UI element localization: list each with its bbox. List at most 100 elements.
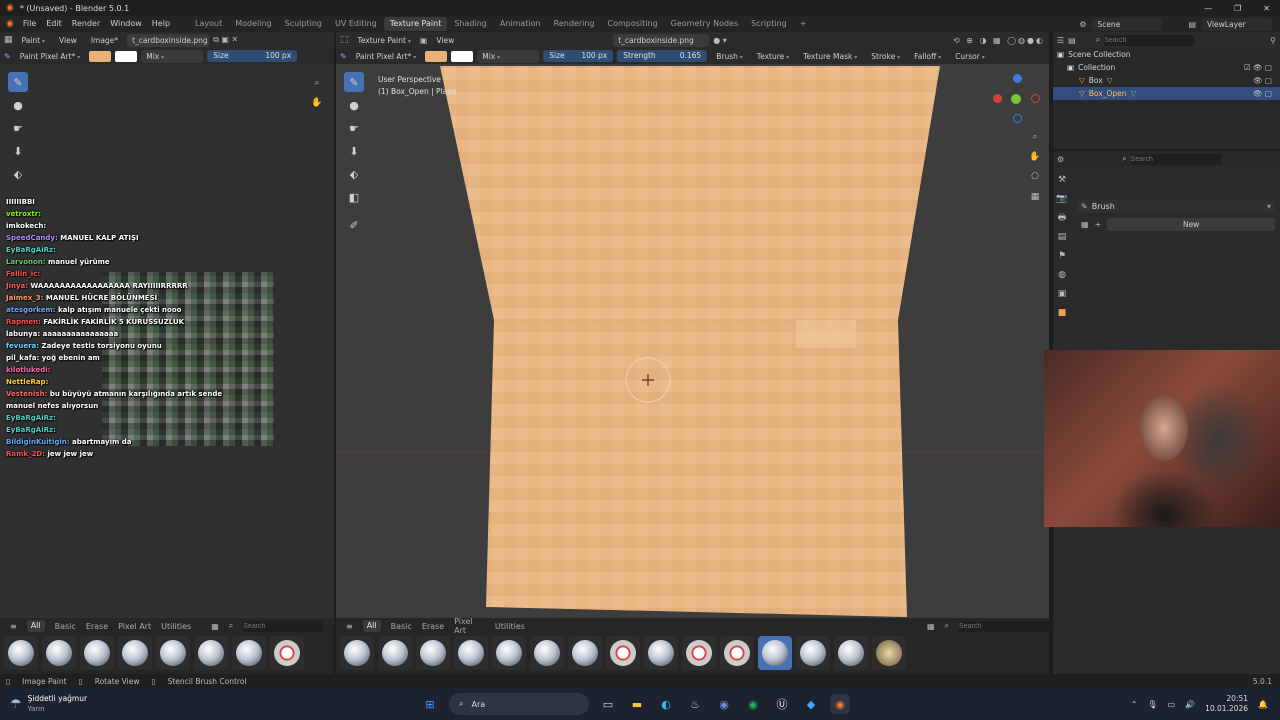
brush-asset[interactable] — [720, 636, 754, 670]
outliner-search-input[interactable] — [1104, 34, 1195, 46]
close-button[interactable]: ✕ — [1263, 4, 1270, 13]
zoom-icon[interactable]: ⌕ — [1028, 130, 1042, 144]
properties-search-input[interactable] — [1130, 153, 1221, 165]
outliner-row-scene-collection[interactable]: ▣ Scene Collection — [1053, 48, 1280, 61]
brush-asset[interactable] — [530, 636, 564, 670]
tab-sculpting[interactable]: Sculpting — [279, 17, 328, 31]
editor-type-icon[interactable]: ☰ — [1057, 36, 1064, 45]
brush-asset[interactable] — [492, 636, 526, 670]
smear-tool-icon[interactable]: ☛ — [344, 118, 364, 138]
brush-asset[interactable] — [194, 636, 228, 670]
z-axis-icon[interactable] — [1013, 74, 1022, 83]
brush-selector[interactable]: Paint Pixel Art* — [15, 50, 86, 63]
brush-asset[interactable] — [118, 636, 152, 670]
shelf-tab-pixel-art[interactable]: Pixel Art — [118, 622, 151, 631]
tab-shading[interactable]: Shading — [448, 17, 493, 31]
grid-icon[interactable]: ▦ — [1028, 190, 1042, 204]
view-layer-selector[interactable]: ViewLayer — [1202, 17, 1272, 31]
network-icon[interactable]: ▭ — [1168, 700, 1176, 709]
viewport-3d[interactable]: ⬚ Texture Paint ▣ View t_cardboxinside.p… — [336, 32, 1049, 674]
mode-dropdown[interactable]: Paint — [17, 34, 50, 47]
menu-help[interactable]: Help — [147, 16, 175, 32]
maximize-button[interactable]: ❐ — [1234, 4, 1241, 13]
secondary-color-swatch[interactable] — [115, 50, 138, 62]
display-mode-icon[interactable]: ▤ — [1068, 36, 1076, 45]
camera-icon[interactable]: ⎔ — [1028, 170, 1042, 184]
navigation-gizmo[interactable] — [991, 74, 1041, 124]
brush-asset[interactable] — [340, 636, 374, 670]
shelf-search-input[interactable] — [243, 620, 324, 632]
brush-asset-selected[interactable] — [758, 636, 792, 670]
unreal-icon[interactable]: Ⓤ — [772, 694, 792, 714]
y-axis-icon[interactable] — [1011, 94, 1021, 104]
volume-icon[interactable]: 🔊 — [1185, 700, 1195, 709]
shelf-menu-icon[interactable]: ≡ — [346, 622, 353, 631]
outliner-row-box-open[interactable]: ▽ Box_Open ▽ 👁 ▢ — [1053, 87, 1280, 100]
fill-tool-icon[interactable]: ⬖ — [344, 164, 364, 184]
menu-render[interactable]: Render — [67, 16, 105, 32]
brush-asset[interactable] — [378, 636, 412, 670]
draw-tool-icon[interactable]: ✎ — [8, 72, 28, 92]
size-slider[interactable]: Size 100 px — [207, 50, 298, 62]
shelf-tab-erase[interactable]: Erase — [422, 622, 444, 631]
grid-view-icon[interactable]: ▦ — [211, 622, 219, 631]
pan-hand-icon[interactable]: ✋ — [1028, 150, 1042, 164]
notification-icon[interactable]: 🔔 — [1258, 700, 1268, 709]
filter-icon[interactable]: ⚲ — [1270, 36, 1276, 45]
blend-mode-dropdown[interactable]: Mix — [141, 49, 204, 63]
clock[interactable]: 20:51 10.01.2026 — [1205, 694, 1248, 714]
tab-texture-paint[interactable]: Texture Paint — [383, 17, 448, 31]
editor-type-icon[interactable]: ⚙ — [1057, 155, 1064, 164]
image-name-field[interactable]: t_cardboxinside.png — [127, 33, 210, 47]
scene-selector[interactable]: Scene — [1092, 17, 1163, 31]
spotify-icon[interactable]: ◉ — [743, 694, 763, 714]
zoom-icon[interactable]: ⌕ — [310, 76, 324, 90]
visibility-icons[interactable]: 👁 ▢ — [1253, 74, 1280, 87]
editor-type-icon[interactable]: ▦ — [4, 35, 13, 45]
smear-tool-icon[interactable]: ☛ — [8, 118, 28, 138]
tab-uv-editing[interactable]: UV Editing — [329, 17, 383, 31]
view-menu[interactable]: View — [54, 34, 82, 47]
world-tab-icon[interactable]: ◍ — [1055, 268, 1069, 282]
blender-taskbar-icon[interactable]: ◉ — [830, 694, 850, 714]
neg-y-axis-icon[interactable] — [1013, 114, 1022, 123]
brush-asset[interactable] — [796, 636, 830, 670]
tab-layout[interactable]: Layout — [189, 17, 228, 31]
shelf-tab-basic[interactable]: Basic — [55, 622, 76, 631]
brush-asset[interactable] — [834, 636, 868, 670]
shelf-tab-pixel-art[interactable]: Pixel Art — [454, 617, 485, 635]
menu-edit[interactable]: Edit — [41, 16, 67, 32]
minimize-button[interactable]: — — [1204, 4, 1212, 13]
brush-asset[interactable] — [416, 636, 450, 670]
visibility-icons[interactable]: 👁 ▢ — [1253, 87, 1280, 100]
tab-scripting[interactable]: Scripting — [745, 17, 793, 31]
brush-asset[interactable] — [270, 636, 304, 670]
tool-tab-icon[interactable]: ⚒ — [1055, 173, 1069, 187]
brush-asset[interactable] — [42, 636, 76, 670]
shelf-tab-basic[interactable]: Basic — [391, 622, 412, 631]
steam-icon[interactable]: ♨ — [685, 694, 705, 714]
shelf-tab-utilities[interactable]: Utilities — [161, 622, 191, 631]
primary-color-swatch[interactable] — [89, 50, 112, 62]
neg-x-axis-icon[interactable] — [1031, 94, 1040, 103]
grid-view-icon[interactable]: ▦ — [927, 622, 935, 631]
task-view-icon[interactable]: ▭ — [598, 694, 618, 714]
outliner-row-collection[interactable]: ▣ Collection ☑ 👁 ▢ — [1053, 61, 1280, 74]
shelf-tab-erase[interactable]: Erase — [86, 622, 108, 631]
tab-rendering[interactable]: Rendering — [548, 17, 601, 31]
render-tab-icon[interactable]: 📷 — [1055, 192, 1069, 206]
shelf-tab-all[interactable]: All — [362, 620, 381, 632]
checker-texture-icon[interactable]: ▦ — [1081, 220, 1089, 229]
view-layer-tab-icon[interactable]: ▤ — [1055, 230, 1069, 244]
shelf-tab-all[interactable]: All — [26, 620, 45, 632]
app-icon[interactable]: ◆ — [801, 694, 821, 714]
draw-tool-icon[interactable]: ✎ — [344, 72, 364, 92]
brush-asset[interactable] — [682, 636, 716, 670]
taskbar-search[interactable]: ⌕ Ara — [449, 693, 589, 715]
weather-widget[interactable]: ☂ Şiddetli yağmur Yarın — [0, 694, 200, 714]
clone-tool-icon[interactable]: ⬇ — [344, 141, 364, 161]
tab-geometry-nodes[interactable]: Geometry Nodes — [665, 17, 744, 31]
brush-asset[interactable] — [232, 636, 266, 670]
shelf-search-input[interactable] — [959, 620, 1049, 632]
add-workspace-button[interactable]: + — [794, 17, 813, 31]
